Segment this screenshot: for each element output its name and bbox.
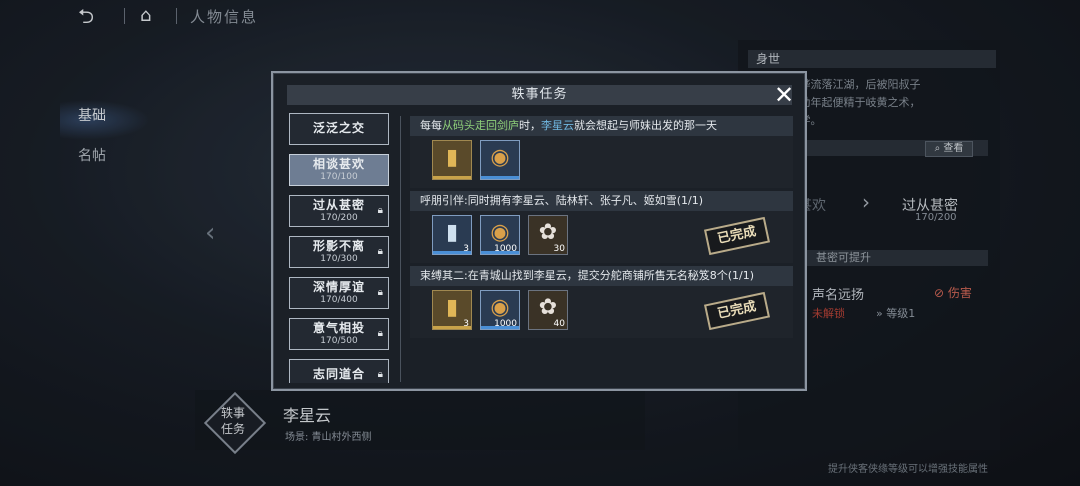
quest-entry: 束缚其二:在青城山找到李星云，提交分舵商铺所售无名秘笈8个(1/1) ▮ 3 ◉ 100… [410, 266, 793, 338]
relation-tab[interactable]: 相谈甚欢 170/100 [289, 154, 389, 186]
quest-text: 时， [519, 119, 541, 132]
reward-count: 30 [553, 244, 565, 254]
relation-tab[interactable]: 意气相投 170/500 🔒︎ [289, 318, 389, 350]
quest-rewards: ▮ ◉ [410, 136, 793, 188]
reward-count: 1000 [494, 319, 517, 329]
lock-icon: 🔒︎ [377, 205, 383, 216]
quest-highlight-text: 从码头走回剑庐 [442, 119, 519, 132]
reward-count: 3 [463, 319, 469, 329]
reward-item[interactable]: ▮ 3 [432, 290, 472, 330]
copper-coin-icon: ◉ [490, 220, 510, 245]
reward-count: 3 [463, 244, 469, 254]
reward-count: 40 [553, 319, 565, 329]
quest-rewards: ▮ 3 ◉ 1000 ✿ 40 已完成 [410, 286, 793, 338]
relation-tab-label: 泛泛之交 [312, 121, 365, 135]
relation-tab-label: 相谈甚欢 [312, 157, 365, 171]
relation-tab-label: 志同道合 [312, 367, 365, 381]
relation-tab-progress: 170/100 [320, 172, 358, 182]
lock-icon: 🔒︎ [377, 287, 383, 298]
relation-tab-label: 过从甚密 [312, 198, 365, 212]
quest-description: 束缚其二:在青城山找到李星云，提交分舵商铺所售无名秘笈8个(1/1) [410, 266, 793, 286]
quest-text: 每每 [420, 119, 442, 132]
meat-bun-icon: ✿ [538, 295, 558, 320]
relation-tab[interactable]: 深情厚谊 170/400 🔒︎ [289, 277, 389, 309]
relation-tab-list[interactable]: 泛泛之交相谈甚欢 170/100 过从甚密 170/200 🔒︎ 形影不离 170/300 🔒… [285, 113, 397, 383]
completed-stamp: 已完成 [703, 291, 771, 331]
reward-item[interactable]: ✿ 40 [528, 290, 568, 330]
copper-coin-icon: ◉ [490, 145, 510, 170]
relation-tab-progress: 170/500 [320, 336, 358, 346]
quest-entry: 呼朋引伴:同时拥有李星云、陆林轩、张子凡、姬如雪(1/1) ▮ 3 ◉ 1000 ✿ 30 已… [410, 191, 793, 263]
quest-entry: 每每从码头走回剑庐时，李星云就会想起与师妹出发的那一天 ▮ ◉ [410, 116, 793, 188]
relation-tab[interactable]: 志同道合 🔒︎ [289, 359, 389, 383]
quest-text: 就会想起与师妹出发的那一天 [574, 119, 717, 132]
copper-coin-icon: ◉ [490, 295, 510, 320]
reward-item[interactable]: ◉ [480, 140, 520, 180]
quest-highlight-text: 李星云 [541, 119, 574, 132]
modal-title: 轶事任务 [287, 85, 792, 105]
quest-list: 每每从码头走回剑庐时，李星云就会想起与师妹出发的那一天 ▮ ◉ 呼朋引伴:同时拥有李星… [410, 116, 793, 346]
divider [400, 116, 401, 382]
meat-bun-icon: ✿ [538, 220, 558, 245]
relation-tab-label: 形影不离 [312, 239, 365, 253]
lock-icon: 🔒︎ [377, 328, 383, 339]
quest-text: 束缚其二:在青城山找到李星云，提交分舵商铺所售无名秘笈8个(1/1) [420, 269, 754, 282]
quest-text: 呼朋引伴:同时拥有李星云、陆林轩、张子凡、姬如雪(1/1) [420, 194, 703, 207]
relation-tab[interactable]: 形影不离 170/300 🔒︎ [289, 236, 389, 268]
relation-tab-label: 意气相投 [312, 321, 365, 335]
gold-token-icon: ▮ [445, 295, 459, 320]
quest-rewards: ▮ 3 ◉ 1000 ✿ 30 已完成 [410, 211, 793, 263]
lock-icon: 🔒︎ [377, 369, 383, 380]
reward-item[interactable]: ✿ 30 [528, 215, 568, 255]
reward-count: 1000 [494, 244, 517, 254]
quest-description: 每每从码头走回剑庐时，李星云就会想起与师妹出发的那一天 [410, 116, 793, 136]
reward-item[interactable]: ◉ 1000 [480, 215, 520, 255]
completed-stamp: 已完成 [703, 216, 771, 256]
relation-tab-progress: 170/400 [320, 295, 358, 305]
reward-item[interactable]: ▮ 3 [432, 215, 472, 255]
relation-tab-progress: 170/300 [320, 254, 358, 264]
quest-description: 呼朋引伴:同时拥有李星云、陆林轩、张子凡、姬如雪(1/1) [410, 191, 793, 211]
reward-item[interactable]: ◉ 1000 [480, 290, 520, 330]
close-icon[interactable]: ✕ [772, 83, 796, 107]
relation-tab-label: 深情厚谊 [312, 280, 365, 294]
relation-tab-progress: 170/200 [320, 213, 358, 223]
lock-icon: 🔒︎ [377, 246, 383, 257]
gold-token-icon: ▮ [445, 145, 459, 170]
reward-item[interactable]: ▮ [432, 140, 472, 180]
relation-tab[interactable]: 过从甚密 170/200 🔒︎ [289, 195, 389, 227]
relation-tab[interactable]: 泛泛之交 [289, 113, 389, 145]
silver-token-icon: ▮ [445, 220, 459, 245]
